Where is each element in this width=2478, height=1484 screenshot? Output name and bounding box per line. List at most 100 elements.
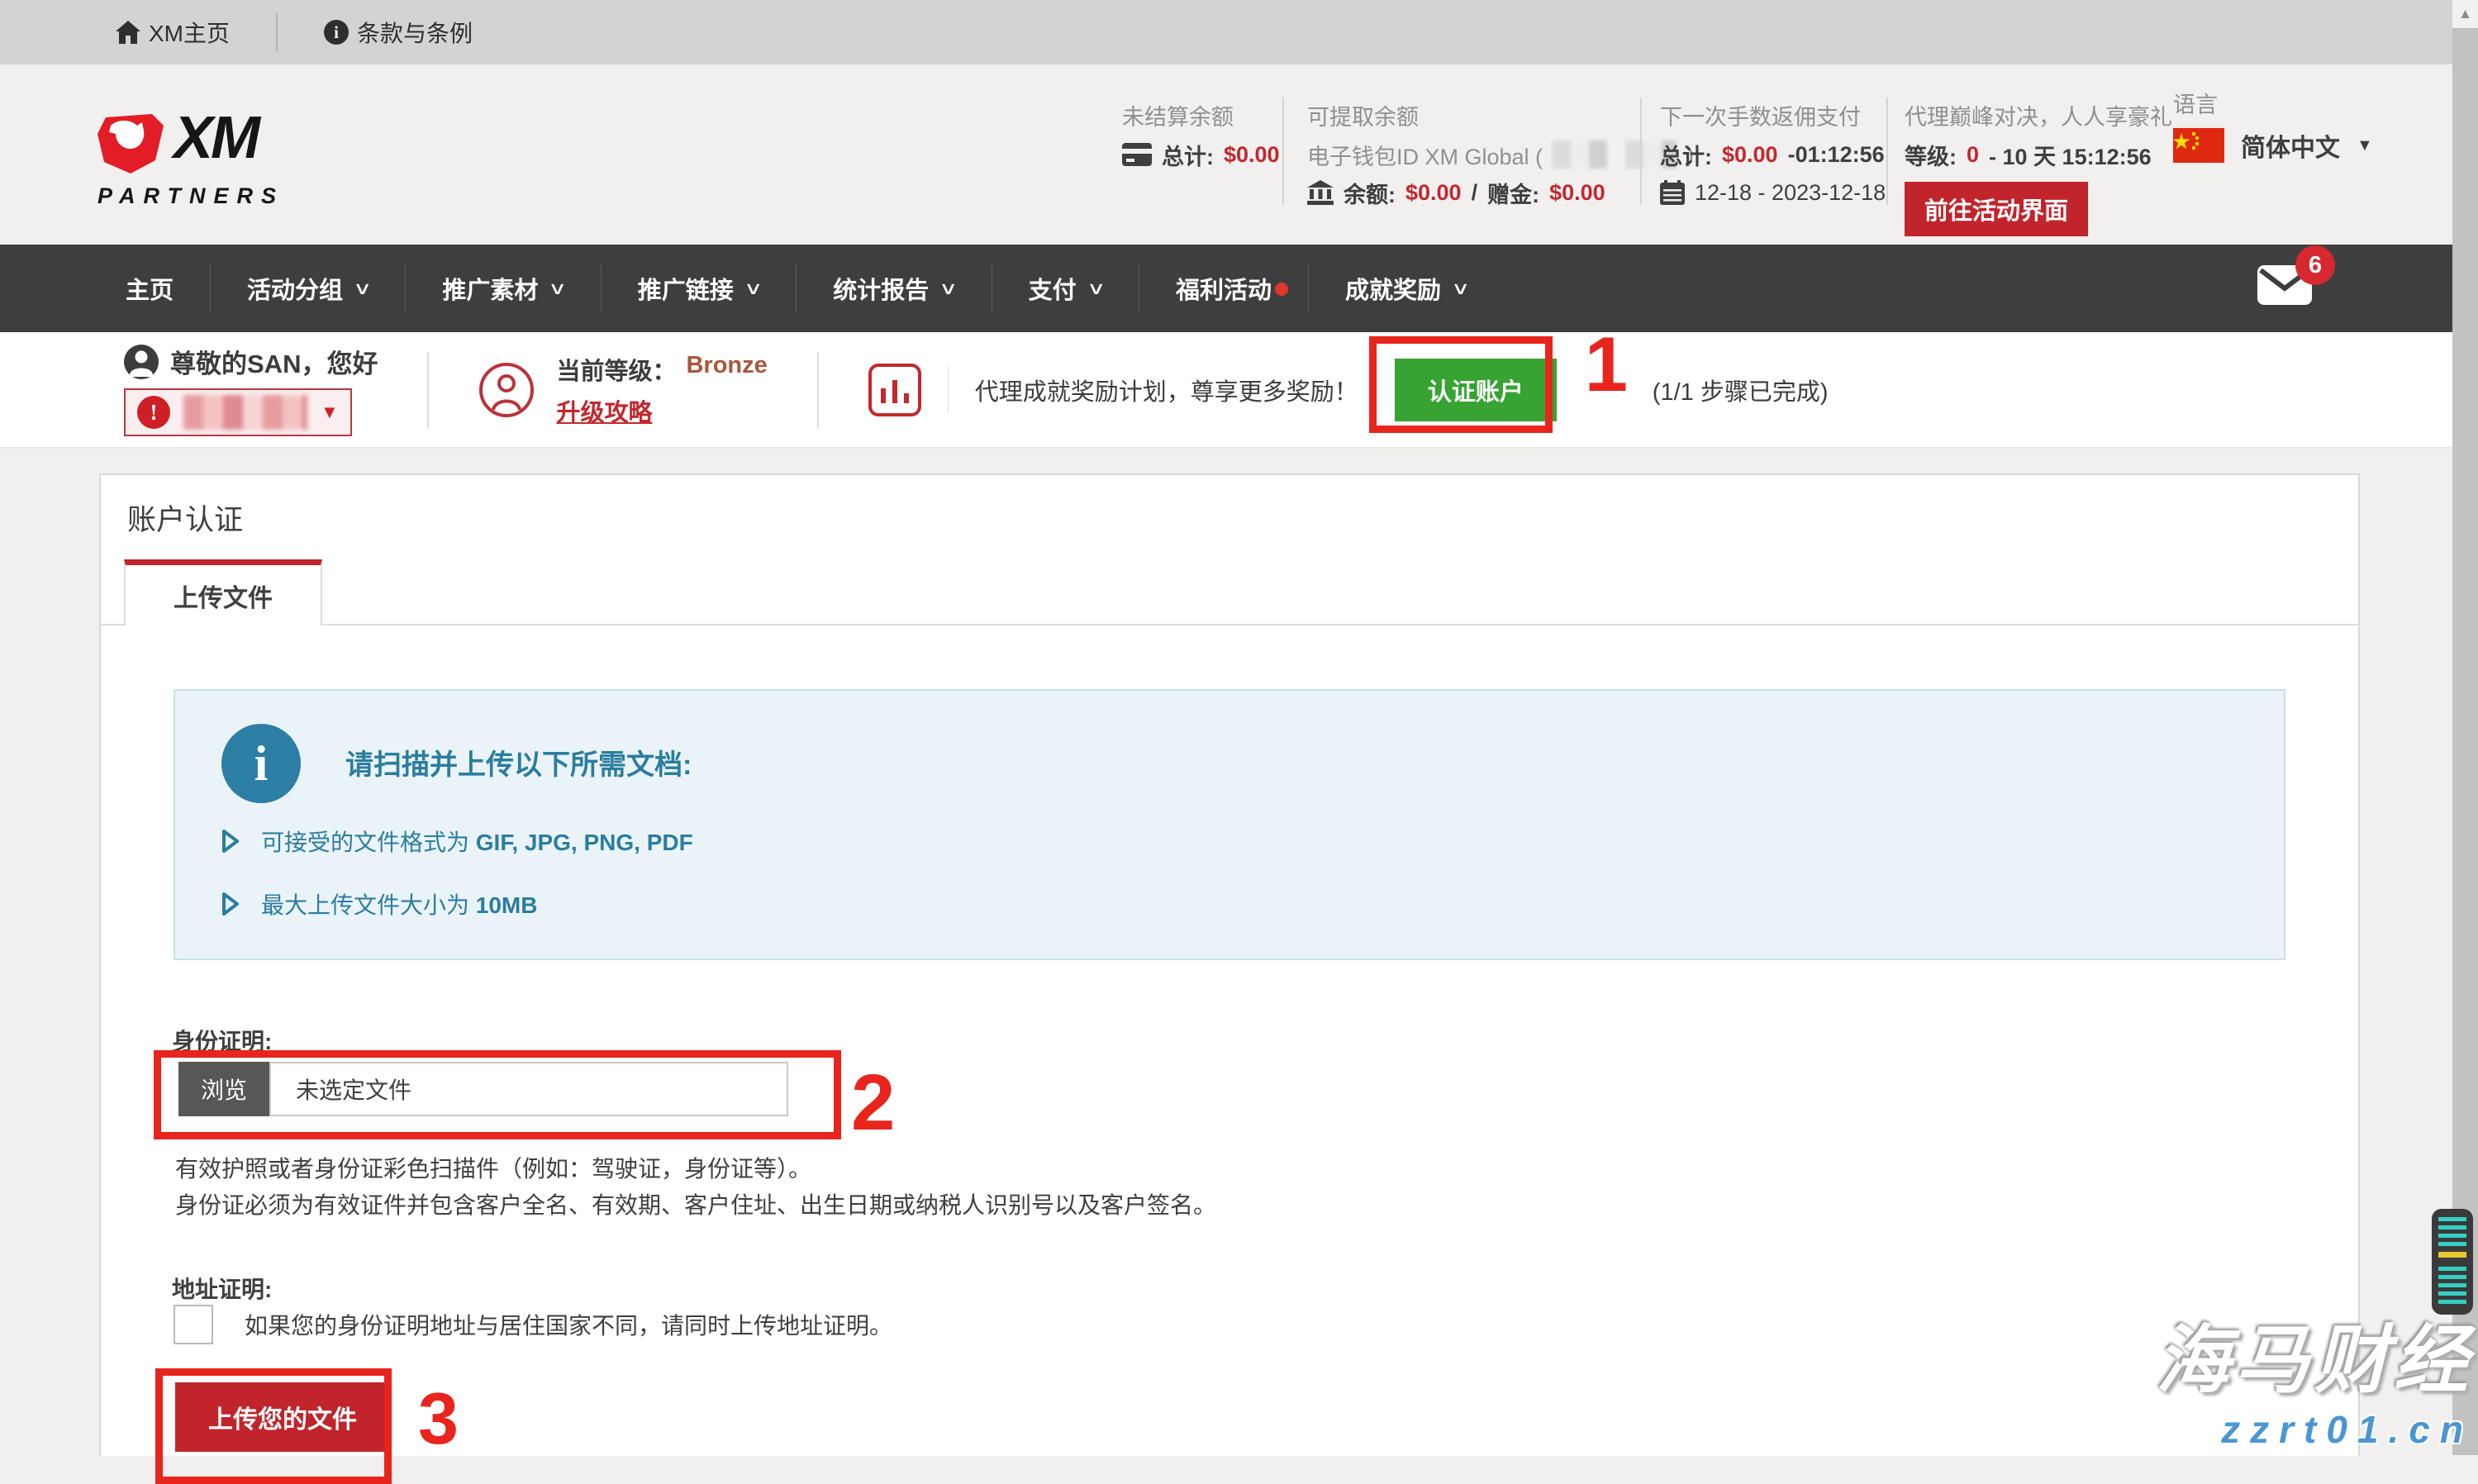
- browse-button[interactable]: 浏览: [178, 1062, 269, 1116]
- bull-logo-icon: [98, 112, 169, 175]
- header-divider: [1640, 98, 1642, 205]
- payout-dates: 12-18 - 2023-12-18: [1695, 180, 1886, 206]
- bullet-formats-text: 可接受的文件格式为: [261, 830, 476, 855]
- triangle-bullet-icon: [221, 829, 240, 854]
- wallet-bonus-value: $0.00: [1549, 180, 1605, 206]
- header-divider: [1282, 98, 1284, 205]
- info-bullet-size: 最大上传文件大小为 10MB: [221, 887, 537, 920]
- inbox-button[interactable]: 6: [2257, 265, 2312, 312]
- current-level-value: Bronze: [686, 352, 767, 387]
- address-proof-text: 如果您的身份证明地址与居住国家不同，请同时上传地址证明。: [245, 1308, 892, 1341]
- inbox-badge: 6: [2295, 245, 2335, 285]
- tab-upload-documents[interactable]: 上传文件: [124, 559, 322, 625]
- nav-item-promo-materials[interactable]: 推广素材 ∨: [406, 271, 600, 306]
- bullet-size-bold: 10MB: [476, 892, 538, 918]
- achievement-chart-icon: [868, 364, 921, 416]
- stat-wallet: 可提取余额 电子钱包ID XM Global () 余额: $0.00 / 赠金…: [1307, 99, 1694, 212]
- address-proof-checkbox[interactable]: [174, 1305, 213, 1344]
- annotation-digit-1: 1: [1585, 326, 1628, 403]
- alert-icon: !: [137, 396, 170, 429]
- header-divider: [1886, 98, 1888, 205]
- language-selector: 语言 简体中文 ▼: [2173, 93, 2373, 164]
- user-bar: 尊敬的SAN，您好 ! ▼ 当前等级： Bronze 升级攻略 代理成就奖励计划…: [0, 332, 2452, 449]
- chevron-down-icon: ∨: [549, 278, 568, 299]
- terms-link[interactable]: i 条款与条例: [324, 16, 473, 49]
- page-title: 账户认证: [127, 497, 243, 539]
- info-bullet-formats: 可接受的文件格式为 GIF, JPG, PNG, PDF: [221, 825, 693, 858]
- account-caret-icon: ▼: [321, 402, 339, 423]
- nav-item-promo-links[interactable]: 推广链接 ∨: [602, 271, 796, 306]
- nav-label: 支付: [1029, 271, 1077, 306]
- topbar-divider: [276, 13, 278, 51]
- promo-text: 代理成就奖励计划，尊享更多奖励！: [975, 373, 1358, 407]
- scrollbar-up-arrow[interactable]: ▲: [2452, 0, 2478, 28]
- go-to-campaign-button[interactable]: 前往活动界面: [1905, 182, 2088, 236]
- identity-description-line1: 有效护照或者身份证彩色扫描件（例如：驾驶证，身份证等）。: [175, 1151, 811, 1184]
- contest-level-label: 等级:: [1905, 139, 1957, 171]
- nav-label: 统计报告: [833, 271, 929, 306]
- info-heading: 请扫描并上传以下所需文档:: [345, 742, 692, 782]
- logo-partners-text: PARTNERS: [98, 183, 284, 209]
- wallet-id-redacted: [1553, 140, 1677, 169]
- verify-account-area: 认证账户 1: [1395, 359, 1557, 421]
- bank-icon: [1307, 180, 1334, 205]
- payout-label: 下一次手数返佣支付: [1660, 99, 1886, 136]
- nav-item-achievements[interactable]: 成就奖励 ∨: [1309, 271, 1503, 306]
- xm-home-link[interactable]: XM主页: [116, 16, 230, 49]
- nav-item-benefits[interactable]: 福利活动: [1139, 271, 1308, 306]
- info-circle-icon: i: [324, 20, 349, 45]
- stat-next-payout: 下一次手数返佣支付 总计: $0.00 -01:12:56 12-18 - 20…: [1660, 99, 1886, 212]
- language-dropdown[interactable]: 简体中文 ▼: [2173, 127, 2373, 164]
- nav-item-reports[interactable]: 统计报告 ∨: [797, 271, 991, 306]
- credit-card-icon: [1122, 143, 1152, 166]
- userbar-divider: [817, 352, 819, 428]
- address-proof-row: 如果您的身份证明地址与居住国家不同，请同时上传地址证明。: [174, 1305, 892, 1344]
- tab-underline: [101, 624, 2358, 625]
- scrollbar-thumb[interactable]: [2452, 28, 2478, 1455]
- account-dropdown[interactable]: ! ▼: [124, 388, 352, 436]
- scrollbar[interactable]: ▲: [2452, 0, 2478, 1455]
- pending-balance-label: 未结算余额: [1122, 99, 1280, 136]
- file-status-text: 未选定文件: [269, 1062, 788, 1116]
- wallet-separator: /: [1472, 180, 1478, 206]
- current-level-label: 当前等级：: [556, 352, 676, 387]
- nav-label: 活动分组: [247, 271, 343, 306]
- china-flag-icon: [2173, 128, 2224, 163]
- payout-total-label: 总计:: [1660, 139, 1712, 171]
- stat-contest: 代理巅峰对决，人人享豪礼 等级: 0 - 10 天 15:12:56 前往活动界…: [1905, 99, 2172, 236]
- upload-your-files-button[interactable]: 上传您的文件: [175, 1382, 390, 1452]
- home-icon: [116, 21, 140, 44]
- top-utility-bar: XM主页 i 条款与条例: [0, 0, 2452, 64]
- main-navigation: 主页 活动分组 ∨ 推广素材 ∨ 推广链接 ∨ 统计报告 ∨ 支付 ∨ 福利活动…: [0, 245, 2452, 332]
- nav-item-home[interactable]: 主页: [126, 271, 210, 306]
- nav-label: 成就奖励: [1345, 271, 1441, 306]
- info-icon: i: [221, 724, 301, 803]
- identity-proof-label: 身份证明:: [172, 1024, 272, 1057]
- upgrade-guide-link[interactable]: 升级攻略: [556, 393, 767, 428]
- chevron-down-icon: ∨: [939, 278, 958, 299]
- nav-label: 推广素材: [442, 271, 538, 306]
- chevron-down-icon: ∨: [1451, 278, 1470, 299]
- annotation-digit-3: 3: [418, 1382, 459, 1455]
- triangle-bullet-icon: [221, 892, 240, 916]
- wallet-balance-value: $0.00: [1405, 180, 1462, 206]
- verify-account-button[interactable]: 认证账户: [1395, 359, 1557, 421]
- payout-total-value: $0.00: [1722, 142, 1778, 168]
- bullet-size-text: 最大上传文件大小为: [261, 892, 476, 918]
- nav-item-payments[interactable]: 支付 ∨: [992, 271, 1139, 306]
- notification-dot: [1275, 283, 1288, 296]
- identity-file-input[interactable]: 浏览 未选定文件: [178, 1062, 788, 1116]
- terms-label: 条款与条例: [357, 16, 473, 49]
- logo-brand-text: XM: [174, 112, 258, 164]
- language-selected: 简体中文: [2241, 127, 2340, 164]
- xm-partners-logo[interactable]: XM PARTNERS: [98, 112, 284, 209]
- contest-label: 代理巅峰对决，人人享豪礼: [1905, 99, 2172, 136]
- user-icon: [124, 345, 159, 379]
- chevron-down-icon: ∨: [744, 278, 763, 299]
- nav-item-campaign-groups[interactable]: 活动分组 ∨: [211, 271, 405, 306]
- wallet-bonus-label: 赠金:: [1487, 177, 1539, 209]
- nav-label: 福利活动: [1176, 271, 1272, 306]
- language-label: 语言: [2173, 93, 2373, 117]
- pending-total-value: $0.00: [1224, 142, 1280, 168]
- info-box: i 请扫描并上传以下所需文档: 可接受的文件格式为 GIF, JPG, PNG,…: [174, 689, 2285, 960]
